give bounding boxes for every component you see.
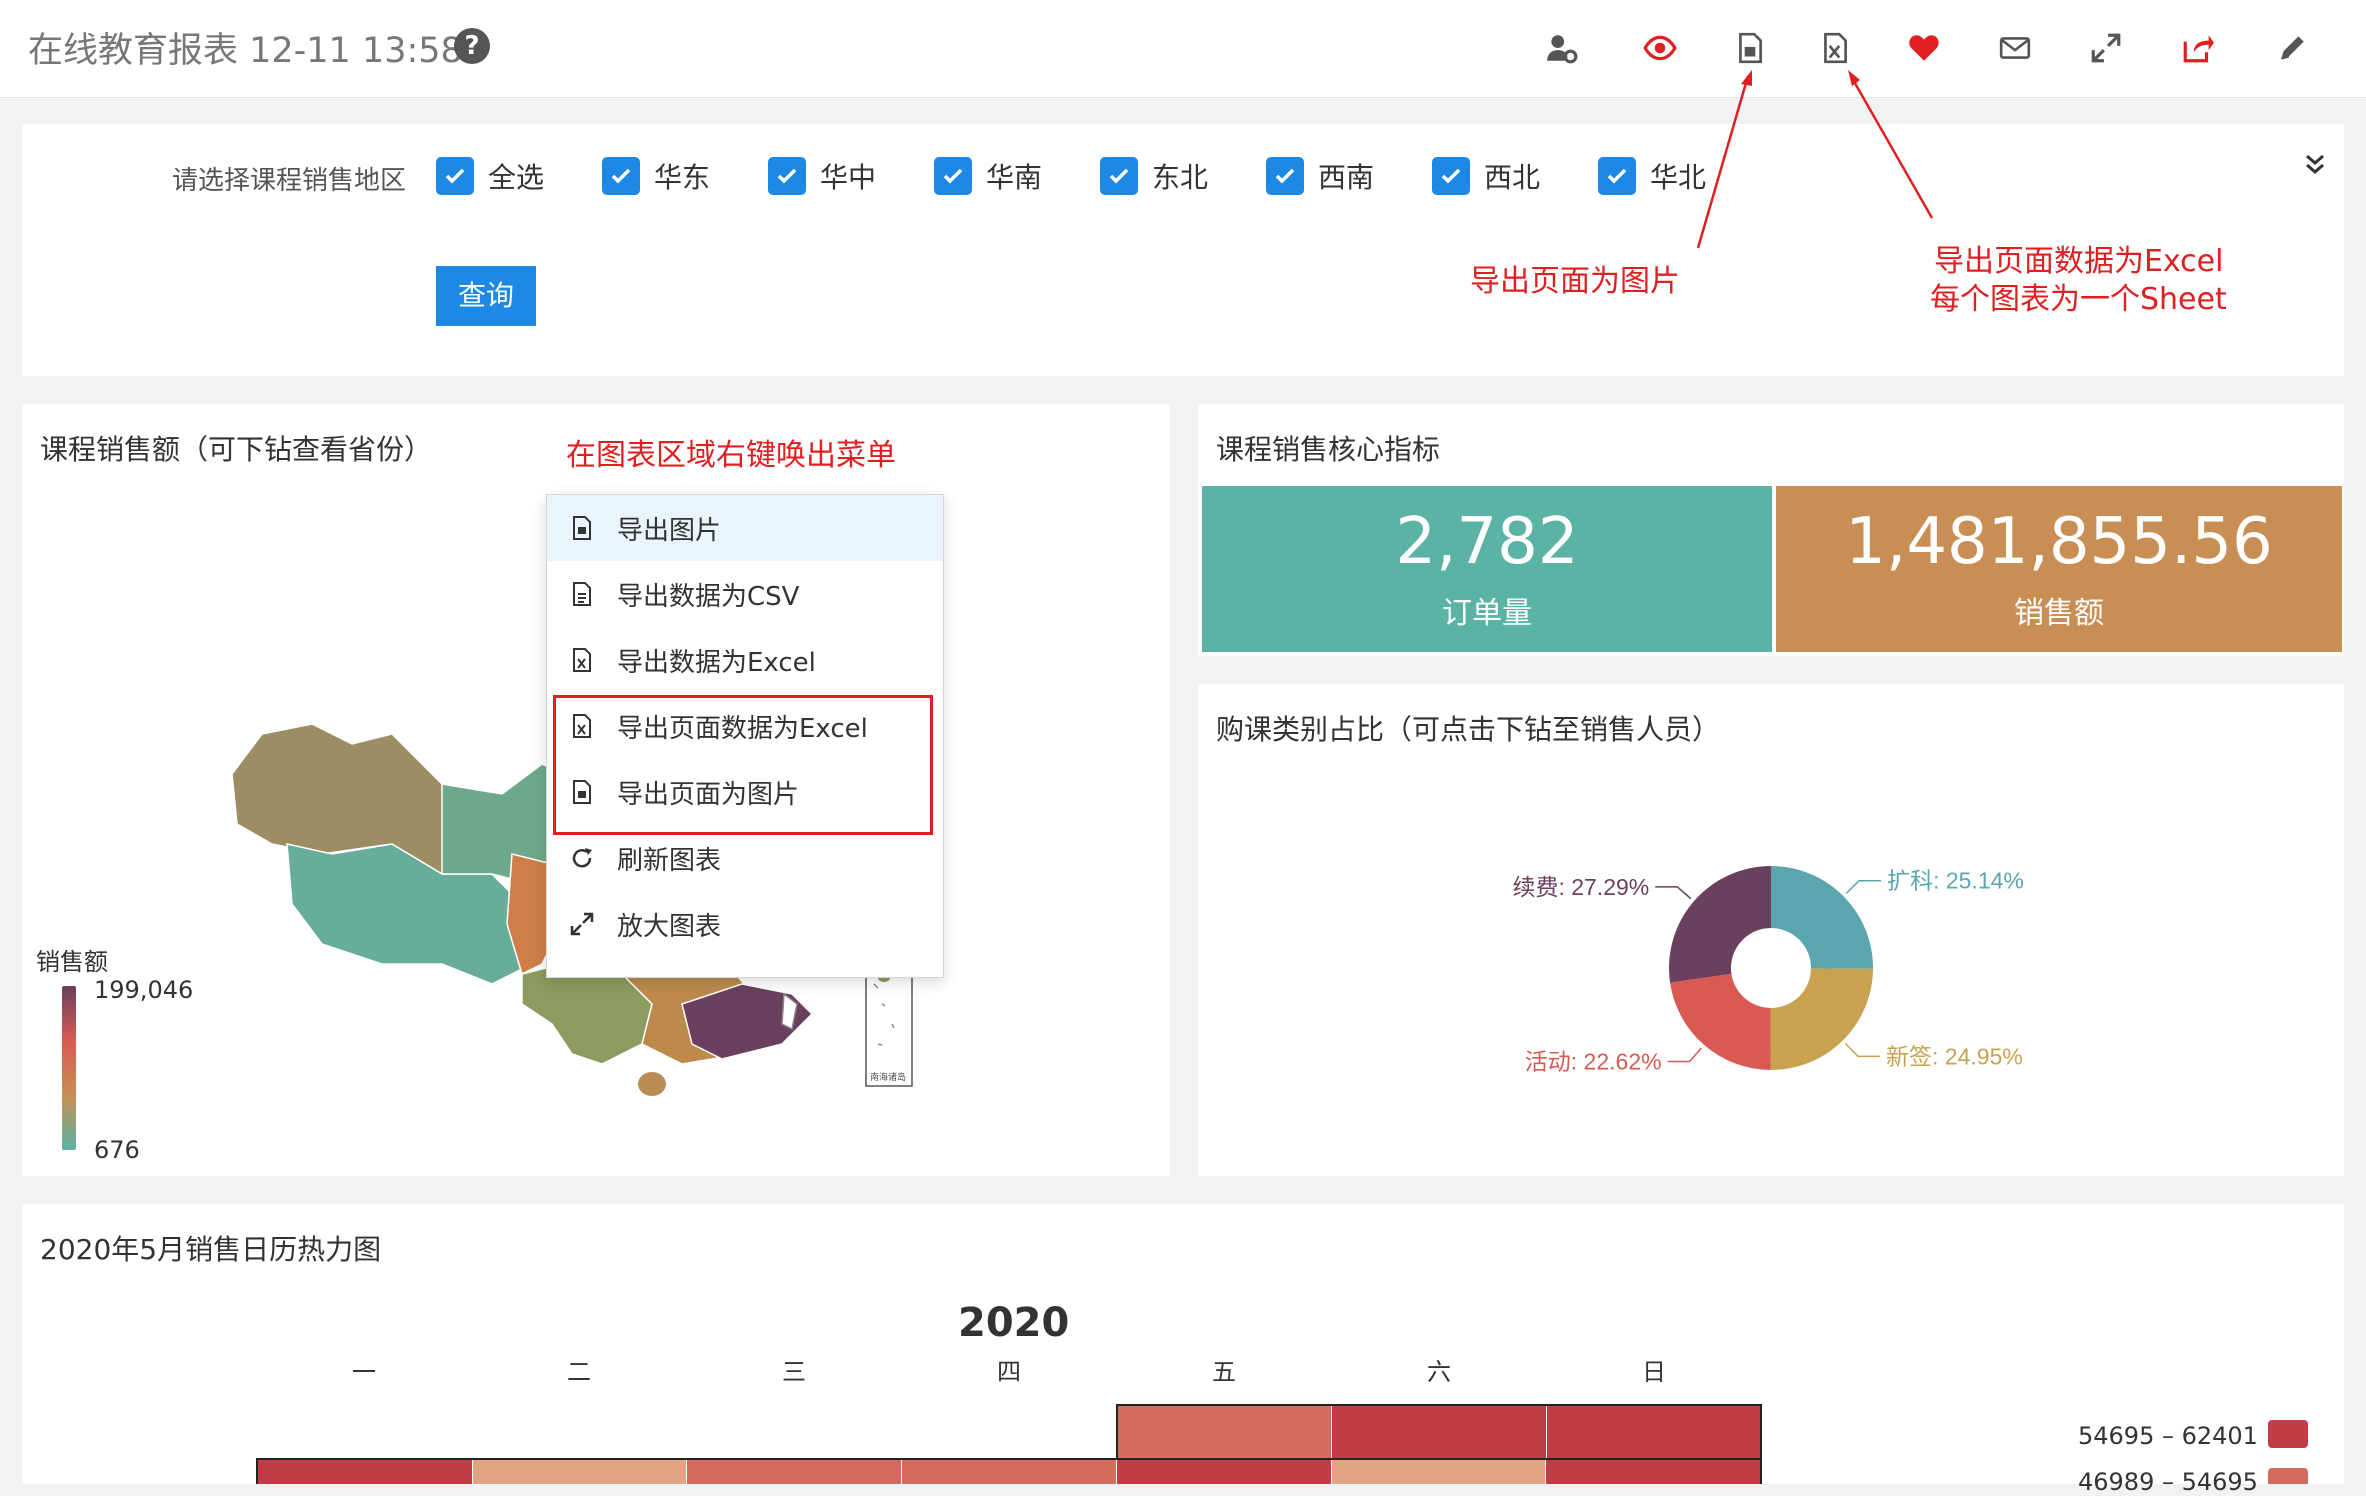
weekday-sat: 六 [1427,1358,1451,1386]
donut-label-3: 续费: 27.29% [1512,874,1649,900]
check-icon [602,157,640,195]
south-sea-label: 南海诸岛 [870,1071,906,1082]
heatmap-legend-label-2: 46989 – 54695 [2078,1468,2258,1496]
heatmap-cell[interactable] [1332,1406,1547,1458]
checkbox-northwest[interactable]: 西北 [1432,154,1540,198]
checkbox-south[interactable]: 华南 [934,154,1042,198]
menu-item-export-image[interactable]: 导出图片 [547,495,943,561]
checkbox-southwest[interactable]: 西南 [1266,154,1374,198]
weekday-wed: 三 [782,1358,806,1386]
kpi-orders-value: 2,782 [1395,505,1579,579]
weekday-mon: 一 [352,1358,376,1386]
check-icon [1266,157,1304,195]
map-legend-gradient[interactable] [62,986,76,1150]
file-text-icon [573,582,591,606]
check-icon [934,157,972,195]
kpi-panel-title: 课程销售核心指标 [1216,433,1441,466]
heatmap-panel-title: 2020年5月销售日历热力图 [40,1233,382,1266]
donut-label-1: 新签: 24.95% [1886,1043,2023,1069]
heatmap-row-2 [256,1458,1762,1484]
edit-icon[interactable] [2270,26,2314,70]
top-bar: 在线教育报表 12-11 13:58 ? [0,0,2366,98]
donut-label-line-1 [1844,1042,1881,1058]
weekday-sun: 日 [1642,1358,1666,1386]
donut-slice-1[interactable] [1770,968,1873,1070]
donut-label-line-3 [1655,886,1692,900]
donut-slice-3[interactable] [1669,866,1771,983]
donut-label-line-2 [1667,1047,1702,1063]
heatmap-legend-label-1: 54695 – 62401 [2078,1422,2258,1450]
file-image-icon [573,516,591,540]
menu-item-export-csv[interactable]: 导出数据为CSV [547,561,943,627]
heatmap-cell[interactable] [258,1460,473,1484]
check-icon [768,157,806,195]
kpi-orders-card[interactable]: 2,782 订单量 [1202,486,1772,652]
kpi-sales-card[interactable]: 1,481,855.56 销售额 [1776,486,2342,652]
heatmap-cell[interactable] [472,1460,688,1484]
export-excel-icon[interactable] [1813,26,1857,70]
heatmap-cell[interactable] [687,1460,903,1484]
heatmap-row-1 [1116,1404,1762,1460]
donut-chart[interactable]: 扩科: 25.14% 新签: 24.95% 活动: 22.62% 续费: 27.29% [1198,684,2344,1176]
heatmap-cell[interactable] [902,1460,1117,1484]
kpi-sales-label: 销售额 [2014,596,2104,631]
kpi-orders-label: 订单量 [1442,596,1532,631]
expand-icon[interactable] [2084,26,2128,70]
file-excel-icon [573,648,591,672]
weekday-thu: 四 [997,1358,1021,1386]
export-image-icon[interactable] [1728,26,1772,70]
check-icon [1100,157,1138,195]
map-legend-max: 199,046 [94,976,194,1004]
map-legend-min: 676 [94,1136,140,1164]
weekday-fri: 五 [1212,1358,1236,1386]
page-title: 在线教育报表 12-11 13:58 [28,31,463,71]
heatmap-cell[interactable] [1546,1406,1760,1458]
mail-icon[interactable] [1993,26,2037,70]
region-filter-label: 请选择课程销售地区 [172,166,407,196]
donut-label-2: 活动: 22.62% [1525,1049,1662,1075]
map-legend-title: 销售额 [36,948,108,976]
checkbox-north[interactable]: 华北 [1598,154,1706,198]
highlight-box [553,695,933,835]
heart-icon[interactable] [1902,26,1946,70]
donut-slice-2[interactable] [1670,973,1771,1070]
donut-label-0: 扩科: 25.14% [1887,868,2024,894]
checkbox-northeast[interactable]: 东北 [1100,154,1208,198]
check-icon [1432,157,1470,195]
user-settings-icon[interactable] [1540,26,1584,70]
heatmap-year: 2020 [958,1300,1070,1346]
heatmap-cell[interactable] [1116,1460,1332,1484]
collapse-double-chevron-icon[interactable] [2300,150,2330,180]
heatmap-cell[interactable] [1118,1406,1333,1458]
heatmap-cell[interactable] [1331,1460,1547,1484]
share-icon[interactable] [2176,26,2220,70]
donut-label-line-0 [1845,879,1882,894]
expand-icon [570,912,594,936]
query-button[interactable]: 查询 [436,266,536,326]
menu-item-export-excel[interactable]: 导出数据为Excel [547,627,943,693]
heatmap-legend-swatch-2[interactable] [2268,1468,2308,1484]
question-circle-icon[interactable]: ? [454,28,490,64]
annotation-export-image: 导出页面为图片 [1470,264,1680,299]
menu-item-zoom-chart[interactable]: 放大图表 [547,891,943,957]
eye-icon[interactable] [1638,26,1682,70]
refresh-icon [572,848,592,868]
heatmap-cell[interactable] [1546,1460,1761,1484]
checkbox-all[interactable]: 全选 [436,154,544,198]
checkbox-east[interactable]: 华东 [602,154,710,198]
check-icon [1598,157,1636,195]
kpi-sales-value: 1,481,855.56 [1845,505,2273,579]
check-icon [436,157,474,195]
annotation-export-excel-line2: 每个图表为一个Sheet [1930,282,2227,317]
weekday-tue: 二 [567,1358,591,1386]
heatmap-legend-swatch-1[interactable] [2268,1420,2308,1448]
checkbox-central[interactable]: 华中 [768,154,876,198]
